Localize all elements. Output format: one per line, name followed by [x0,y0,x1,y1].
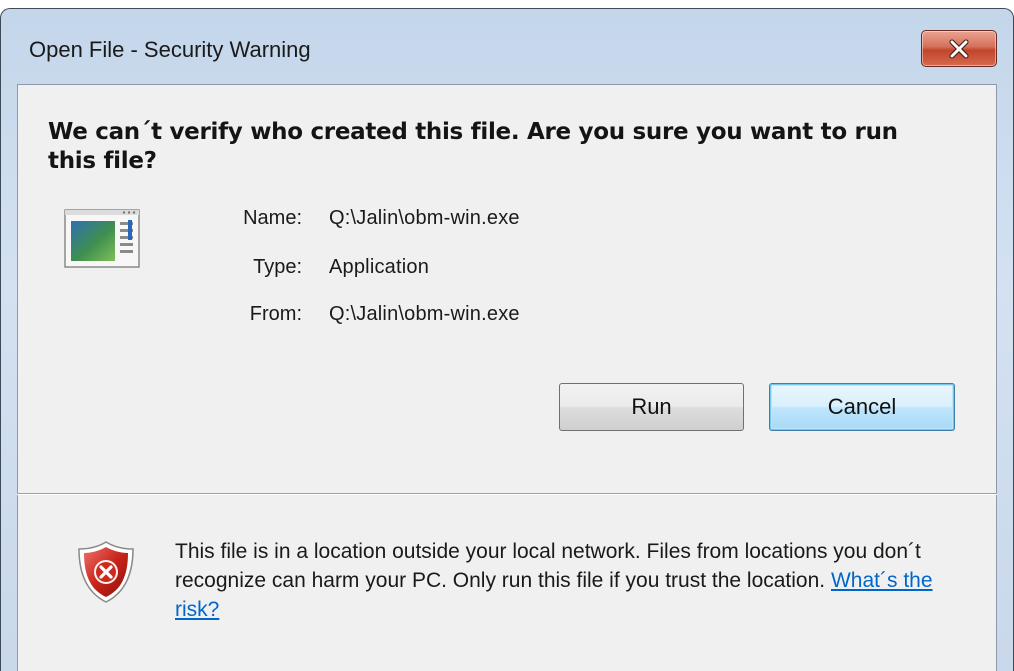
type-value: Application [329,256,430,278]
run-button[interactable]: Run [559,383,744,431]
name-value: Q:\Jalin\obm-win.exe [329,207,520,229]
security-shield-error-icon [76,540,136,604]
warning-heading: We can´t verify who created this file. A… [48,119,898,174]
from-value: Q:\Jalin\obm-win.exe [329,303,520,325]
type-label: Type: [253,256,302,278]
close-button[interactable] [921,30,997,67]
name-label: Name: [243,207,302,229]
application-window-icon [64,209,140,268]
footer-message: This file is in a location outside your … [175,537,965,624]
divider [17,493,997,495]
close-icon [949,39,969,58]
from-label: From: [249,303,302,325]
cancel-button[interactable]: Cancel [769,383,955,431]
footer-message-text: This file is in a location outside your … [175,540,921,592]
dialog-title: Open File - Security Warning [29,37,311,62]
